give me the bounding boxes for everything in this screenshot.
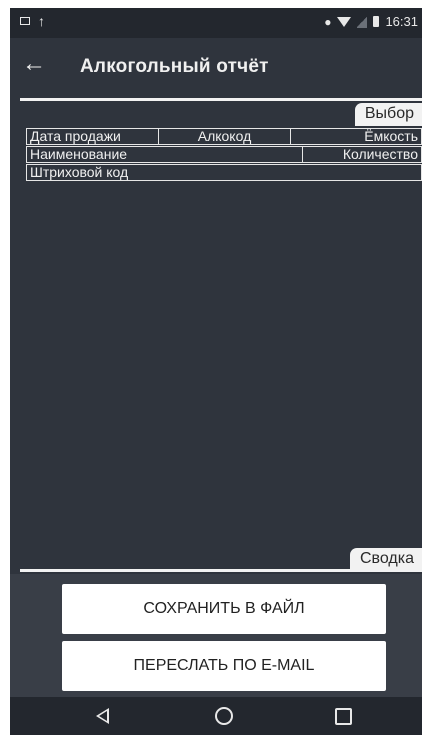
nav-home-icon[interactable] [215,707,233,725]
send-email-button[interactable]: ПЕРЕСЛАТЬ ПО E-MAIL [62,641,386,691]
column-barcode[interactable]: Штриховой код [26,164,422,181]
column-alcocode[interactable]: Алкокод [158,128,290,145]
signal-icon [357,15,368,28]
column-name[interactable]: Наименование [26,146,302,163]
screenshot-icon [20,17,30,25]
app-toolbar: ← Алкогольный отчёт [10,38,422,94]
selection-panel-divider [20,98,422,101]
nav-recents-icon[interactable] [335,708,352,725]
app-screen: ↑ ● 16:31 ← Алкогольный отчёт Выбор Дата… [10,8,422,735]
status-bar: ↑ ● 16:31 [10,8,422,38]
column-quantity[interactable]: Количество [302,146,422,163]
column-volume[interactable]: Ёмкость [290,128,422,145]
battery-icon [373,16,380,27]
location-pin-icon: ● [324,14,332,29]
header-row-3: Штриховой код [26,164,422,181]
page-title: Алкогольный отчёт [80,56,269,77]
wifi-icon [337,16,352,27]
upload-icon: ↑ [38,13,45,29]
save-to-file-button[interactable]: СОХРАНИТЬ В ФАЙЛ [62,584,386,634]
tab-summary[interactable]: Сводка [349,548,422,571]
system-nav-bar [10,697,422,735]
nav-back-icon[interactable] [96,708,109,724]
header-row-1: Дата продажи Алкокод Ёмкость [26,128,422,145]
tab-select[interactable]: Выбор [354,103,422,126]
status-time: 16:31 [385,14,418,29]
header-row-2: Наименование Количество [26,146,422,163]
summary-panel-divider [20,569,422,572]
column-sale-date[interactable]: Дата продажи [26,128,158,145]
arrow-left-icon[interactable]: ← [22,52,46,76]
action-panel: СОХРАНИТЬ В ФАЙЛ ПЕРЕСЛАТЬ ПО E-MAIL [10,574,422,697]
